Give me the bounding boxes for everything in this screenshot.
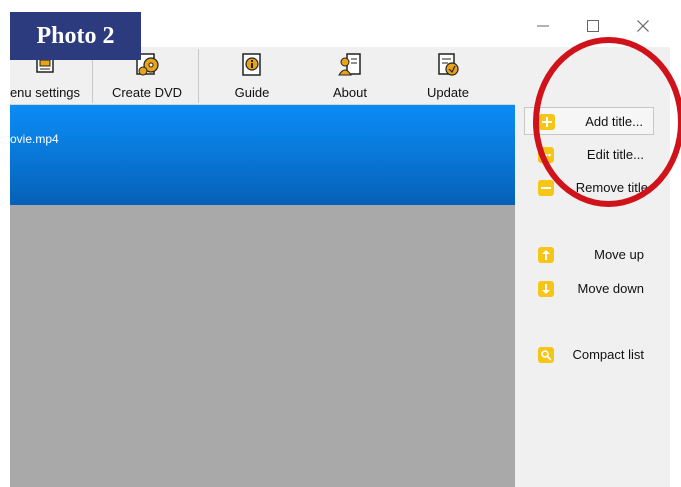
maximize-icon [587, 20, 599, 32]
toolbar-label: Update [427, 85, 469, 100]
highlight-circle [533, 37, 681, 207]
move-up-label: Move up [594, 247, 644, 262]
move-down-button[interactable]: Move down [524, 275, 654, 303]
close-button[interactable] [628, 14, 658, 38]
update-button[interactable]: Update [418, 47, 478, 105]
title-filename: ovie.mp4 [10, 132, 59, 146]
toolbar-label: Guide [234, 85, 270, 100]
title-list[interactable]: ovie.mp4 [10, 105, 515, 487]
toolbar-label: About [333, 85, 367, 100]
move-up-button[interactable]: Move up [524, 241, 654, 269]
compact-list-button[interactable]: Compact list [524, 341, 654, 369]
minimize-button[interactable] [528, 14, 558, 38]
minimize-icon [537, 25, 549, 27]
toolbar-separator [198, 49, 199, 103]
arrow-up-icon [538, 247, 554, 263]
toolbar-label: Create DVD [111, 85, 183, 100]
close-icon [637, 20, 649, 32]
compact-list-label: Compact list [572, 347, 644, 362]
toolbar-label: enu settings [9, 85, 81, 100]
guide-icon [242, 53, 261, 76]
list-item[interactable]: ovie.mp4 [10, 105, 515, 205]
update-icon [438, 53, 459, 76]
maximize-button[interactable] [578, 14, 608, 38]
photo-label-badge: Photo 2 [10, 12, 141, 60]
move-down-label: Move down [577, 281, 644, 296]
arrow-down-icon [538, 281, 554, 297]
compact-list-icon [538, 347, 554, 363]
about-button[interactable]: About [320, 47, 380, 105]
guide-button[interactable]: Guide [222, 47, 282, 105]
about-icon [338, 53, 361, 76]
minus-icon [538, 180, 554, 196]
